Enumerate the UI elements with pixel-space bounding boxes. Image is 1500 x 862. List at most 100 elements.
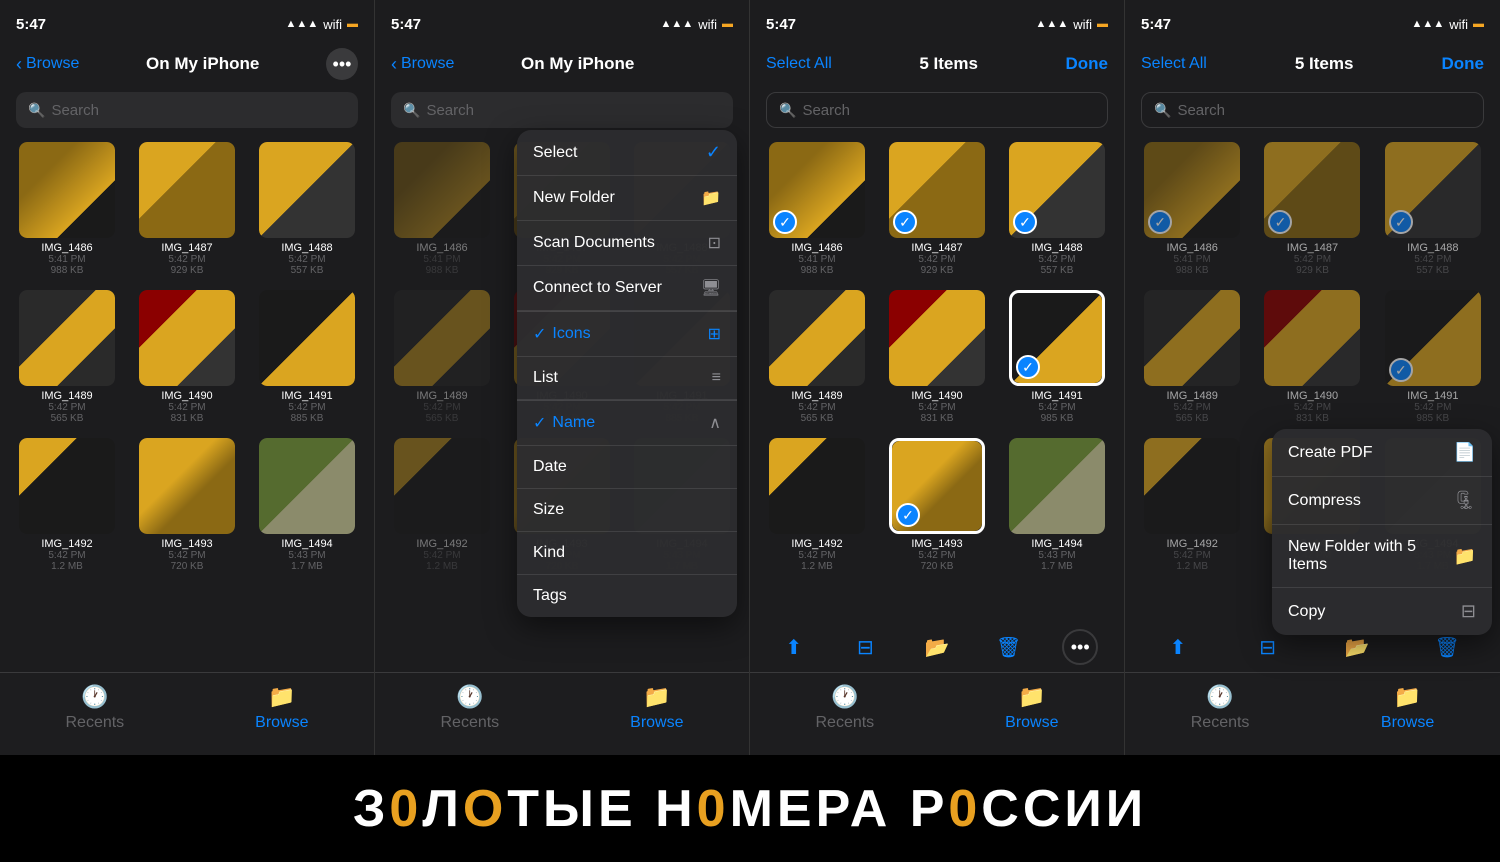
- grid-icon: ⊞: [708, 324, 721, 344]
- file-size: 831 KB: [921, 413, 954, 424]
- file-size: 988 KB: [51, 265, 84, 276]
- search-bar-2[interactable]: 🔍 Search: [391, 92, 733, 128]
- list-item[interactable]: IMG_1490 5:42 PM 831 KB: [128, 284, 246, 430]
- list-item[interactable]: IMG_1486 5:41 PM 988 KB: [8, 136, 126, 282]
- file-size: 557 KB: [291, 265, 324, 276]
- list-item[interactable]: IMG_1494 5:43 PM 1.7 MB: [998, 432, 1116, 578]
- file-name: IMG_1493: [161, 538, 212, 550]
- tab-browse-2[interactable]: 📁 Browse: [630, 683, 683, 732]
- menu-item-list[interactable]: List ≡: [517, 357, 737, 400]
- file-thumbnail: [139, 438, 235, 534]
- context-item-copy[interactable]: Copy ⊟: [1272, 588, 1492, 635]
- search-bar-1[interactable]: 🔍 Search: [16, 92, 358, 128]
- wifi-icon-2: wifi: [698, 17, 717, 32]
- file-name: IMG_1489: [791, 390, 842, 402]
- search-bar-4[interactable]: 🔍 Search: [1141, 92, 1484, 128]
- status-bar-3: 5:47 ▲▲▲ wifi ▬: [750, 0, 1124, 44]
- file-time: 5:42 PM: [918, 550, 955, 561]
- phone-panel-1: 5:47 ▲▲▲ wifi ▬ ‹ Browse On My iPhone ••…: [0, 0, 375, 755]
- file-size: 1.7 MB: [291, 561, 323, 572]
- search-placeholder-3: Search: [802, 102, 850, 119]
- file-thumbnail: ✓: [1009, 290, 1105, 386]
- menu-item-icons[interactable]: ✓ Icons ⊞: [517, 312, 737, 357]
- back-button-1[interactable]: ‹ Browse: [16, 54, 79, 75]
- list-item: ✓ IMG_1487 5:42 PM929 KB: [1253, 136, 1371, 282]
- list-item[interactable]: IMG_1489 5:42 PM 565 KB: [8, 284, 126, 430]
- menu-item-tags[interactable]: Tags: [517, 575, 737, 617]
- more-button-3[interactable]: •••: [1062, 629, 1098, 665]
- context-item-create-pdf[interactable]: Create PDF 📄: [1272, 429, 1492, 477]
- file-time: 5:41 PM: [48, 254, 85, 265]
- list-item[interactable]: IMG_1492 5:42 PM 1.2 MB: [758, 432, 876, 578]
- list-item[interactable]: ✓ IMG_1491 5:42 PM 985 KB: [998, 284, 1116, 430]
- tab-browse-3[interactable]: 📁 Browse: [1005, 683, 1058, 732]
- list-item: IMG_1486 5:41 PM988 KB: [383, 136, 501, 282]
- menu-item-new-folder[interactable]: New Folder 📁: [517, 176, 737, 221]
- search-bar-3[interactable]: 🔍 Search: [766, 92, 1108, 128]
- more-button-1[interactable]: •••: [326, 48, 358, 80]
- file-name: IMG_1494: [281, 538, 332, 550]
- list-item[interactable]: ✓ IMG_1486 5:41 PM 988 KB: [758, 136, 876, 282]
- list-item[interactable]: IMG_1489 5:42 PM 565 KB: [758, 284, 876, 430]
- context-menu-4: Create PDF 📄 Compress 🗜 New Folder with …: [1272, 429, 1492, 635]
- menu-item-connect[interactable]: Connect to Server 🖥: [517, 266, 737, 311]
- file-size: 985 KB: [1041, 413, 1074, 424]
- copy-icon-4: ⊟: [1259, 635, 1276, 660]
- delete-button-3[interactable]: 🗑: [991, 629, 1027, 665]
- list-item[interactable]: IMG_1487 5:42 PM 929 KB: [128, 136, 246, 282]
- file-thumbnail: [139, 290, 235, 386]
- file-time: 5:42 PM: [1038, 402, 1075, 413]
- menu-item-name[interactable]: ✓ Name ∧: [517, 401, 737, 446]
- move-button-3[interactable]: 📂: [919, 629, 955, 665]
- list-item[interactable]: IMG_1494 5:43 PM 1.7 MB: [248, 432, 366, 578]
- duplicate-button-4[interactable]: ⊟: [1250, 629, 1286, 665]
- share-button-3[interactable]: ⬆: [776, 629, 812, 665]
- tab-browse-4[interactable]: 📁 Browse: [1381, 683, 1434, 732]
- menu-item-date[interactable]: Date: [517, 446, 737, 489]
- menu-item-kind[interactable]: Kind: [517, 532, 737, 575]
- thumbnail-image: [19, 142, 115, 238]
- list-item[interactable]: IMG_1490 5:42 PM 831 KB: [878, 284, 996, 430]
- file-size: 929 KB: [171, 265, 204, 276]
- main-container: 5:47 ▲▲▲ wifi ▬ ‹ Browse On My iPhone ••…: [0, 0, 1500, 862]
- file-time: 5:42 PM: [168, 402, 205, 413]
- list-item[interactable]: IMG_1493 5:42 PM 720 KB: [128, 432, 246, 578]
- chevron-up-icon: ∧: [709, 413, 721, 433]
- list-item[interactable]: ✓ IMG_1488 5:42 PM 557 KB: [998, 136, 1116, 282]
- tab-browse-1[interactable]: 📁 Browse: [255, 683, 308, 732]
- menu-item-size[interactable]: Size: [517, 489, 737, 532]
- tab-recents-2[interactable]: 🕐 Recents: [440, 683, 499, 732]
- list-item[interactable]: ✓ IMG_1493 5:42 PM 720 KB: [878, 432, 996, 578]
- context-item-new-folder-5[interactable]: New Folder with 5 Items 📁: [1272, 525, 1492, 588]
- duplicate-button-3[interactable]: ⊟: [847, 629, 883, 665]
- check-icon: ✓: [893, 210, 917, 234]
- back-button-2[interactable]: ‹ Browse: [391, 54, 454, 75]
- file-size: 1.7 MB: [1041, 561, 1073, 572]
- select-all-button-3[interactable]: Select All: [766, 55, 832, 73]
- list-item[interactable]: IMG_1492 5:42 PM 1.2 MB: [8, 432, 126, 578]
- done-button-3[interactable]: Done: [1066, 54, 1109, 74]
- done-button-4[interactable]: Done: [1442, 54, 1485, 74]
- share-button-4[interactable]: ⬆: [1160, 629, 1196, 665]
- tab-bar-1: 🕐 Recents 📁 Browse: [0, 672, 374, 755]
- file-size: 988 KB: [801, 265, 834, 276]
- list-item: IMG_1489 5:42 PM565 KB: [383, 284, 501, 430]
- compress-icon: 🗜: [1453, 490, 1476, 511]
- context-item-compress[interactable]: Compress 🗜: [1272, 477, 1492, 525]
- select-all-button-4[interactable]: Select All: [1141, 55, 1207, 73]
- file-thumbnail: [259, 142, 355, 238]
- tab-recents-3[interactable]: 🕐 Recents: [815, 683, 874, 732]
- menu-item-scan[interactable]: Scan Documents ⊡: [517, 221, 737, 266]
- list-item[interactable]: IMG_1488 5:42 PM 557 KB: [248, 136, 366, 282]
- tab-recents-4[interactable]: 🕐 Recents: [1191, 683, 1250, 732]
- check-icon: ✓: [773, 210, 797, 234]
- battery-icon-1: ▬: [347, 18, 358, 30]
- list-item[interactable]: ✓ IMG_1487 5:42 PM 929 KB: [878, 136, 996, 282]
- menu-item-select[interactable]: Select ✓: [517, 130, 737, 176]
- file-time: 5:42 PM: [48, 402, 85, 413]
- tab-recents-1[interactable]: 🕐 Recents: [65, 683, 124, 732]
- scan-label: Scan Documents: [533, 234, 655, 252]
- list-item[interactable]: IMG_1491 5:42 PM 885 KB: [248, 284, 366, 430]
- search-icon-2: 🔍: [403, 102, 420, 119]
- file-name: IMG_1490: [911, 390, 962, 402]
